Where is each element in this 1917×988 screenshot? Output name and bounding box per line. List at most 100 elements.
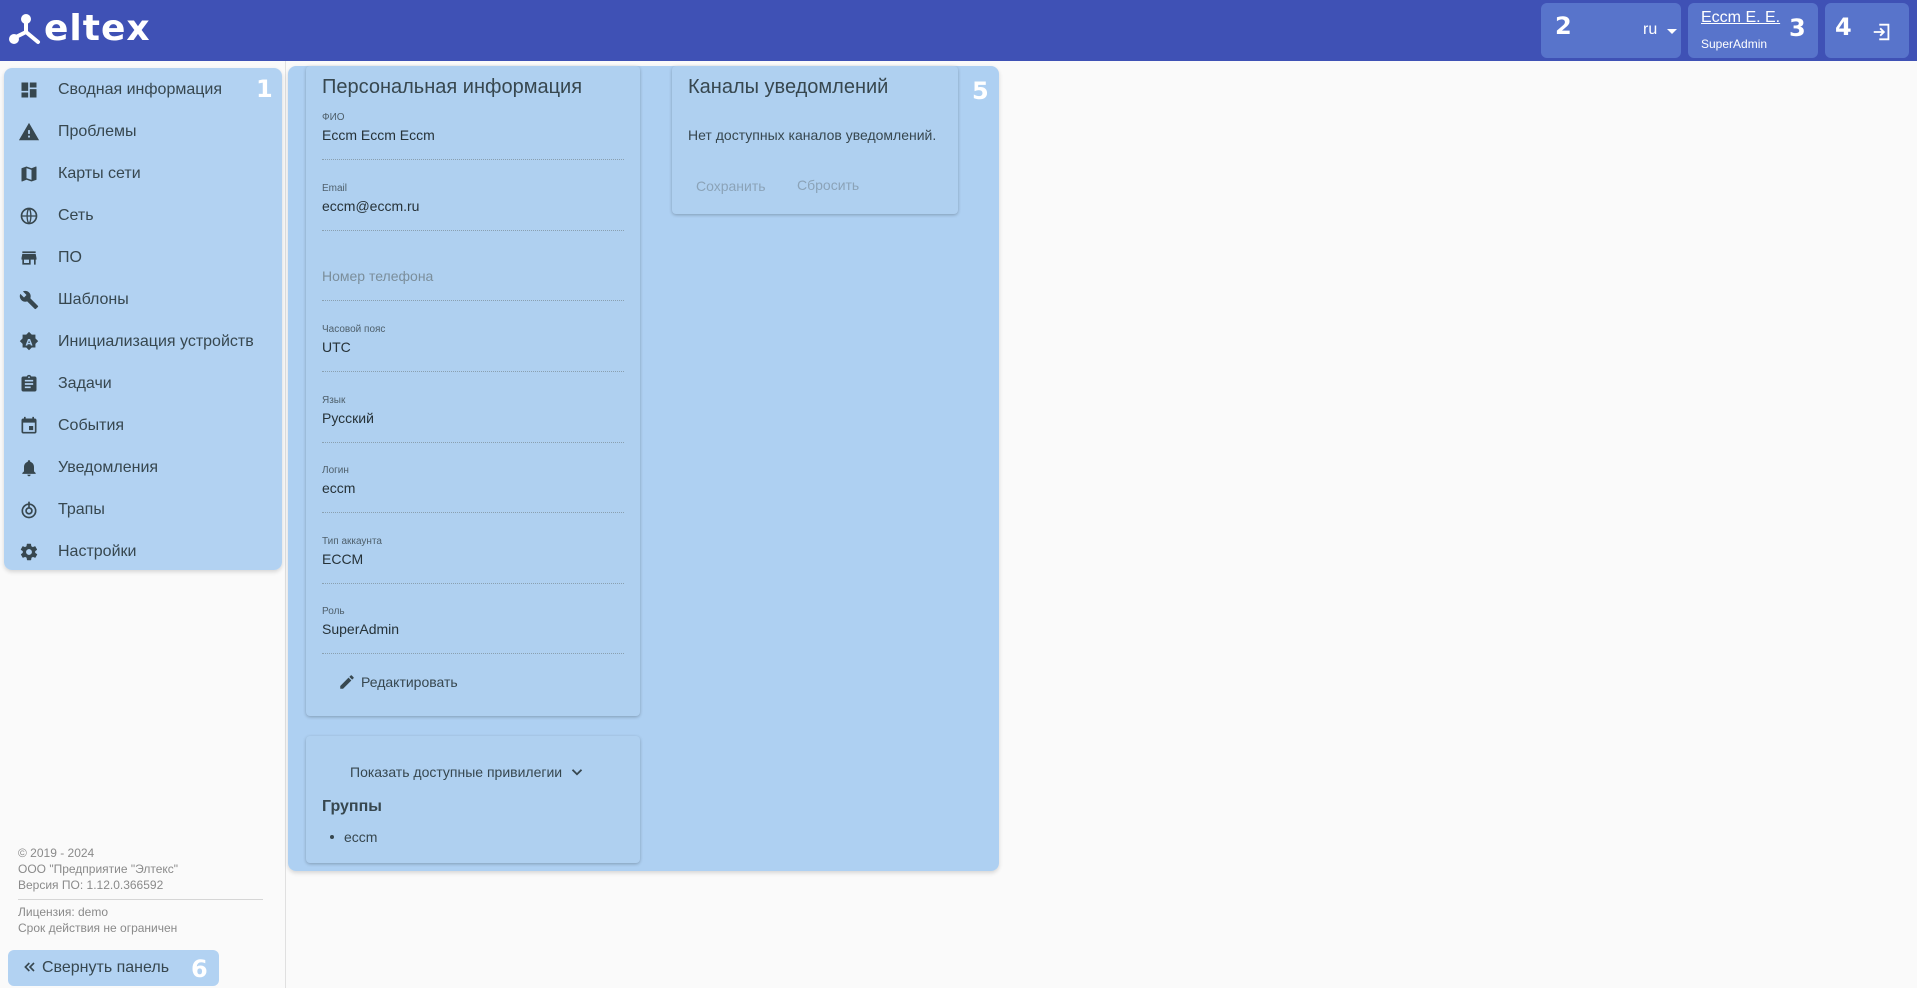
sidebar-item-dashboard[interactable]: Сводная информация xyxy=(4,69,282,111)
sidebar-item-problems[interactable]: Проблемы xyxy=(4,111,282,153)
sidebar-item-label: Сеть xyxy=(58,207,94,224)
field-label: Тип аккаунта xyxy=(322,536,382,547)
sidebar-item-events[interactable]: События xyxy=(4,405,282,447)
login-field[interactable]: Логин eccm xyxy=(322,465,624,513)
account-type-field[interactable]: Тип аккаунта ECCM xyxy=(322,536,624,584)
logout-icon xyxy=(1873,23,1890,41)
notification-channels-card: Каналы уведомлений Нет доступных каналов… xyxy=(672,66,958,214)
dashboard-icon xyxy=(16,77,42,103)
language-field[interactable]: Язык Русский xyxy=(322,395,624,443)
field-label: Язык xyxy=(322,395,346,406)
validity-text: Срок действия не ограничен xyxy=(18,921,178,935)
field-value: UTC xyxy=(322,339,351,355)
field-value: eccm xyxy=(322,480,356,496)
personal-info-card: Персональная информация ФИО Eccm Eccm Ec… xyxy=(306,66,640,716)
footer-divider xyxy=(18,899,263,900)
field-label: ФИО xyxy=(322,112,345,123)
callout-2: 2 xyxy=(1555,12,1572,40)
bell-icon xyxy=(16,455,42,481)
language-selector[interactable]: 2 ru xyxy=(1541,3,1681,58)
pencil-icon xyxy=(340,675,354,689)
svg-text:A: A xyxy=(25,338,33,349)
field-value: Eccm Eccm Eccm xyxy=(322,127,435,143)
sidebar-item-label: Инициализация устройств xyxy=(58,333,254,350)
collapse-panel-button[interactable]: Свернуть панель 6 xyxy=(8,950,219,986)
sidebar-item-templates[interactable]: Шаблоны xyxy=(4,279,282,321)
sidebar-item-device-init[interactable]: A Инициализация устройств xyxy=(4,321,282,363)
sidebar-menu: 1 Сводная информация Проблемы Карты сети… xyxy=(4,68,282,570)
sidebar-item-network[interactable]: Сеть xyxy=(4,195,282,237)
footer-info: © 2019 - 2024 ООО "Предприятие "Элтекс" … xyxy=(18,845,263,936)
sidebar-item-label: ПО xyxy=(58,249,82,266)
wrench-icon xyxy=(16,287,42,313)
sidebar-item-traps[interactable]: Трапы xyxy=(4,489,282,531)
field-label: Логин xyxy=(322,465,349,476)
sidebar-item-label: Карты сети xyxy=(58,165,141,182)
field-value: ECCM xyxy=(322,551,364,567)
eltex-logo[interactable]: eltex xyxy=(8,11,151,47)
callout-3: 3 xyxy=(1789,14,1806,42)
profile-content: 5 Персональная информация ФИО Eccm Eccm … xyxy=(288,66,999,871)
list-item: eccm xyxy=(330,829,377,845)
sidebar-item-notifications[interactable]: Уведомления xyxy=(4,447,282,489)
role-field[interactable]: Роль SuperAdmin xyxy=(322,606,624,654)
top-bar: eltex 2 ru Eccm E. E. SuperAdmin 3 4 xyxy=(0,0,1917,61)
globe-icon xyxy=(16,203,42,229)
chevron-down-icon xyxy=(572,769,583,776)
callout-6: 6 xyxy=(191,955,208,983)
sidebar-item-tasks[interactable]: Задачи xyxy=(4,363,282,405)
sidebar-item-software[interactable]: ПО xyxy=(4,237,282,279)
trap-icon xyxy=(16,497,42,523)
show-privileges-button[interactable]: Показать доступные привилегии xyxy=(350,763,586,781)
double-chevron-left-icon xyxy=(24,962,35,972)
version-text: Версия ПО: 1.12.0.366592 xyxy=(18,878,164,892)
field-value: SuperAdmin xyxy=(322,621,400,637)
user-name-link[interactable]: Eccm E. E. xyxy=(1701,9,1780,27)
field-value: eccm@eccm.ru xyxy=(322,198,420,214)
field-label: Часовой пояс xyxy=(322,324,386,335)
logout-button[interactable]: 4 xyxy=(1825,3,1909,58)
no-channels-text: Нет доступных каналов уведомлений. xyxy=(688,127,937,143)
sidebar-item-label: События xyxy=(58,417,125,434)
clipboard-icon xyxy=(16,371,42,397)
field-label: Email xyxy=(322,183,348,194)
sidebar-item-label: Проблемы xyxy=(58,123,137,140)
privileges-card: Показать доступные привилегии Группы ecc… xyxy=(306,736,640,863)
save-button[interactable]: Сохранить xyxy=(696,178,766,194)
sidebar-item-label: Настройки xyxy=(58,543,137,560)
map-icon xyxy=(16,161,42,187)
reset-button[interactable]: Сбросить xyxy=(797,177,859,193)
sidebar-item-label: Уведомления xyxy=(58,459,159,476)
sidebar-item-label: Сводная информация xyxy=(58,81,222,98)
sidebar-item-label: Задачи xyxy=(58,375,112,392)
timezone-field[interactable]: Часовой пояс UTC xyxy=(322,324,624,372)
user-role: SuperAdmin xyxy=(1701,37,1768,51)
sidebar-item-label: Трапы xyxy=(58,501,105,518)
field-placeholder: Номер телефона xyxy=(322,268,434,284)
callout-4: 4 xyxy=(1835,13,1852,41)
gear-icon xyxy=(16,539,42,565)
copyright-text: © 2019 - 2024 xyxy=(18,846,95,860)
edit-label: Редактировать xyxy=(361,674,458,690)
company-text: ООО "Предприятие "Элтекс" xyxy=(18,862,179,876)
sidebar-item-settings[interactable]: Настройки xyxy=(4,531,282,573)
field-value: Русский xyxy=(322,410,374,426)
warning-icon xyxy=(16,119,42,145)
email-field[interactable]: Email eccm@eccm.ru xyxy=(322,183,624,231)
logo-mark-icon xyxy=(9,14,40,44)
phone-field[interactable]: Номер телефона xyxy=(322,253,624,301)
full-name-field[interactable]: ФИО Eccm Eccm Eccm xyxy=(322,112,624,160)
language-value: ru xyxy=(1643,21,1658,38)
sidebar-item-label: Шаблоны xyxy=(58,291,129,308)
field-label: Роль xyxy=(322,606,345,617)
user-profile[interactable]: Eccm E. E. SuperAdmin 3 xyxy=(1688,3,1818,58)
edit-button[interactable]: Редактировать xyxy=(338,670,458,694)
callout-5: 5 xyxy=(972,77,989,105)
caret-down-icon xyxy=(1667,29,1677,34)
sidebar-item-network-maps[interactable]: Карты сети xyxy=(4,153,282,195)
show-privileges-label: Показать доступные привилегии xyxy=(350,764,563,780)
collapse-panel-label: Свернуть панель xyxy=(42,959,170,976)
license-text: Лицензия: demo xyxy=(18,905,109,919)
sidebar: 1 Сводная информация Проблемы Карты сети… xyxy=(0,61,286,988)
groups-title: Группы xyxy=(322,798,382,815)
